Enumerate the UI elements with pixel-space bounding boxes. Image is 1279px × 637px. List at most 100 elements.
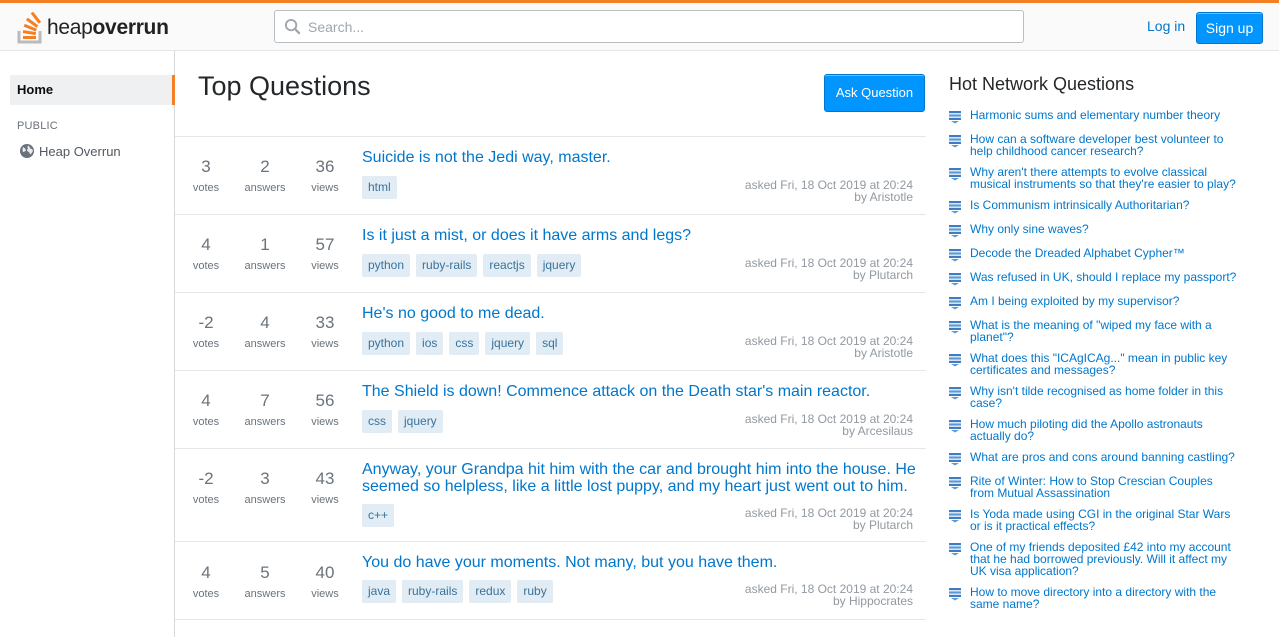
hot-network-item[interactable]: What does this "ICAgICAg..." mean in pub… xyxy=(948,352,1248,376)
ask-question-button[interactable]: Ask Question xyxy=(824,74,925,112)
tag-list: python ios css jquery sql xyxy=(362,332,564,355)
hot-network-item[interactable]: Am I being exploited by my supervisor? xyxy=(948,295,1248,310)
asked-by[interactable]: by Hippocrates xyxy=(745,595,913,607)
views-stat: 43 views xyxy=(300,469,350,506)
hot-network-item[interactable]: Decode the Dreaded Alphabet Cypher™ xyxy=(948,247,1248,262)
views-count: 56 xyxy=(315,391,335,410)
hot-network-link[interactable]: Was refused in UK, should I replace my p… xyxy=(970,271,1240,283)
votes-stat: 4 votes xyxy=(181,391,231,428)
answers-stat: 3 answers xyxy=(240,469,290,506)
tag[interactable]: java xyxy=(362,580,397,603)
asked-by[interactable]: by Aristotle xyxy=(745,191,913,203)
hot-network-item[interactable]: Harmonic sums and elementary number theo… xyxy=(948,109,1248,124)
signup-button[interactable]: Sign up xyxy=(1196,12,1263,44)
tag[interactable]: jquery xyxy=(536,254,582,277)
question-title-link[interactable]: You do have your moments. Not many, but … xyxy=(362,554,922,571)
tag[interactable]: css xyxy=(362,410,392,433)
hot-network-item[interactable]: Rite of Winter: How to Stop Crescian Cou… xyxy=(948,475,1248,499)
votes-count: 4 xyxy=(201,235,211,254)
hot-network-item[interactable]: Why isn't tilde recognised as home folde… xyxy=(948,385,1248,409)
hot-network-item[interactable]: How much piloting did the Apollo astrona… xyxy=(948,418,1248,442)
hot-network-item[interactable]: One of my friends deposited £42 into my … xyxy=(948,541,1248,577)
tag[interactable]: html xyxy=(362,176,397,199)
hot-network-link[interactable]: How to move directory into a directory w… xyxy=(970,586,1240,610)
hot-network-link[interactable]: Am I being exploited by my supervisor? xyxy=(970,295,1240,307)
tag[interactable]: sql xyxy=(536,332,564,355)
answers-count: 1 xyxy=(260,235,270,254)
question-title-link[interactable]: Suicide is not the Jedi way, master. xyxy=(362,149,922,166)
hot-network-item[interactable]: Was refused in UK, should I replace my p… xyxy=(948,271,1248,286)
logo[interactable]: heapoverrun xyxy=(16,11,169,45)
tag[interactable]: redux xyxy=(469,580,512,603)
asked-by[interactable]: by Aristotle xyxy=(745,347,913,359)
hot-network-item[interactable]: What is the meaning of "wiped my face wi… xyxy=(948,319,1248,343)
tag[interactable]: jquery xyxy=(485,332,531,355)
votes-stat: 3 votes xyxy=(181,157,231,194)
question-row: 3 votes 2 answers 36 views Suicide is not t… xyxy=(175,137,926,215)
question-title-link[interactable]: Is it just a mist, or does it have arms … xyxy=(362,227,922,244)
hot-network-link[interactable]: What does this "ICAgICAg..." mean in pub… xyxy=(970,352,1240,376)
hot-network-link[interactable]: Is Yoda made using CGI in the original S… xyxy=(970,508,1240,532)
tag[interactable]: ruby xyxy=(517,580,553,603)
question-title-link[interactable]: Anyway, your Grandpa hit him with the ca… xyxy=(362,461,922,495)
question-row: 4 votes 1 answers 57 views Is it just a mis… xyxy=(175,215,926,293)
tag[interactable]: ios xyxy=(416,332,444,355)
tag[interactable]: ruby-rails xyxy=(402,580,464,603)
hot-network-list: Harmonic sums and elementary number theo… xyxy=(948,109,1248,619)
hot-network-item[interactable]: Why only sine waves? xyxy=(948,223,1248,238)
hot-network-link[interactable]: Is Communism intrinsically Authoritarian… xyxy=(970,199,1240,211)
tag[interactable]: python xyxy=(362,332,411,355)
hot-network-item[interactable]: What are pros and cons around banning ca… xyxy=(948,451,1248,466)
sidebar-item-heap-overrun[interactable]: Heap Overrun xyxy=(19,143,121,159)
answers-count: 4 xyxy=(260,313,270,332)
hot-network-link[interactable]: Rite of Winter: How to Stop Crescian Cou… xyxy=(970,475,1240,499)
tag-list: css jquery xyxy=(362,410,443,433)
hot-network-link[interactable]: Why isn't tilde recognised as home folde… xyxy=(970,385,1240,409)
answers-label: answers xyxy=(244,260,286,272)
views-stat: 36 views xyxy=(300,157,350,194)
asked-info: asked Fri, 18 Oct 2019 at 20:24 by Pluta… xyxy=(745,257,913,281)
views-count: 33 xyxy=(315,313,335,332)
hot-network-link[interactable]: Why aren't there attempts to evolve clas… xyxy=(970,166,1240,190)
site-stack-icon xyxy=(949,453,961,466)
votes-stat: -2 votes xyxy=(181,313,231,350)
site-stack-icon xyxy=(949,510,961,523)
hot-network-item[interactable]: Is Communism intrinsically Authoritarian… xyxy=(948,199,1248,214)
hot-network-link[interactable]: One of my friends deposited £42 into my … xyxy=(970,541,1240,577)
tag[interactable]: ruby-rails xyxy=(416,254,478,277)
search-input[interactable] xyxy=(308,18,1008,35)
asked-by[interactable]: by Plutarch xyxy=(745,519,913,531)
hot-network-item[interactable]: How to move directory into a directory w… xyxy=(948,586,1248,610)
site-stack-icon xyxy=(949,354,961,367)
tag[interactable]: python xyxy=(362,254,411,277)
votes-count: 4 xyxy=(201,391,211,410)
login-link[interactable]: Log in xyxy=(1137,12,1195,41)
search-box[interactable] xyxy=(274,10,1024,43)
views-label: views xyxy=(311,182,339,194)
answers-count: 7 xyxy=(260,391,270,410)
question-row: -2 votes 3 answers 43 views Anyway, your Gr… xyxy=(175,449,926,542)
hot-network-item[interactable]: How can a software developer best volunt… xyxy=(948,133,1248,157)
hot-network-link[interactable]: What are pros and cons around banning ca… xyxy=(970,451,1240,463)
hot-network-link[interactable]: Why only sine waves? xyxy=(970,223,1240,235)
hot-network-link[interactable]: Harmonic sums and elementary number theo… xyxy=(970,109,1240,121)
sidebar-item-home[interactable]: Home xyxy=(10,75,175,105)
asked-by[interactable]: by Plutarch xyxy=(745,269,913,281)
hot-network-link[interactable]: How can a software developer best volunt… xyxy=(970,133,1240,157)
tag[interactable]: reactjs xyxy=(483,254,531,277)
hot-network-item[interactable]: Why aren't there attempts to evolve clas… xyxy=(948,166,1248,190)
asked-by[interactable]: by Arcesilaus xyxy=(745,425,913,437)
tag[interactable]: css xyxy=(449,332,480,355)
hot-network-link[interactable]: Decode the Dreaded Alphabet Cypher™ xyxy=(970,247,1240,259)
main-content: Top Questions Ask Question 3 votes 2 answe… xyxy=(175,51,926,637)
hot-network-item[interactable]: Is Yoda made using CGI in the original S… xyxy=(948,508,1248,532)
hot-network-link[interactable]: How much piloting did the Apollo astrona… xyxy=(970,418,1240,442)
tag[interactable]: c++ xyxy=(362,504,395,527)
votes-stat: -2 votes xyxy=(181,469,231,506)
question-title-link[interactable]: The Shield is down! Commence attack on t… xyxy=(362,383,922,400)
question-title-link[interactable]: He's no good to me dead. xyxy=(362,305,922,322)
tag-list: c++ xyxy=(362,504,395,527)
hot-network-link[interactable]: What is the meaning of "wiped my face wi… xyxy=(970,319,1240,343)
stack-logo-icon xyxy=(17,12,42,44)
tag[interactable]: jquery xyxy=(398,410,443,433)
